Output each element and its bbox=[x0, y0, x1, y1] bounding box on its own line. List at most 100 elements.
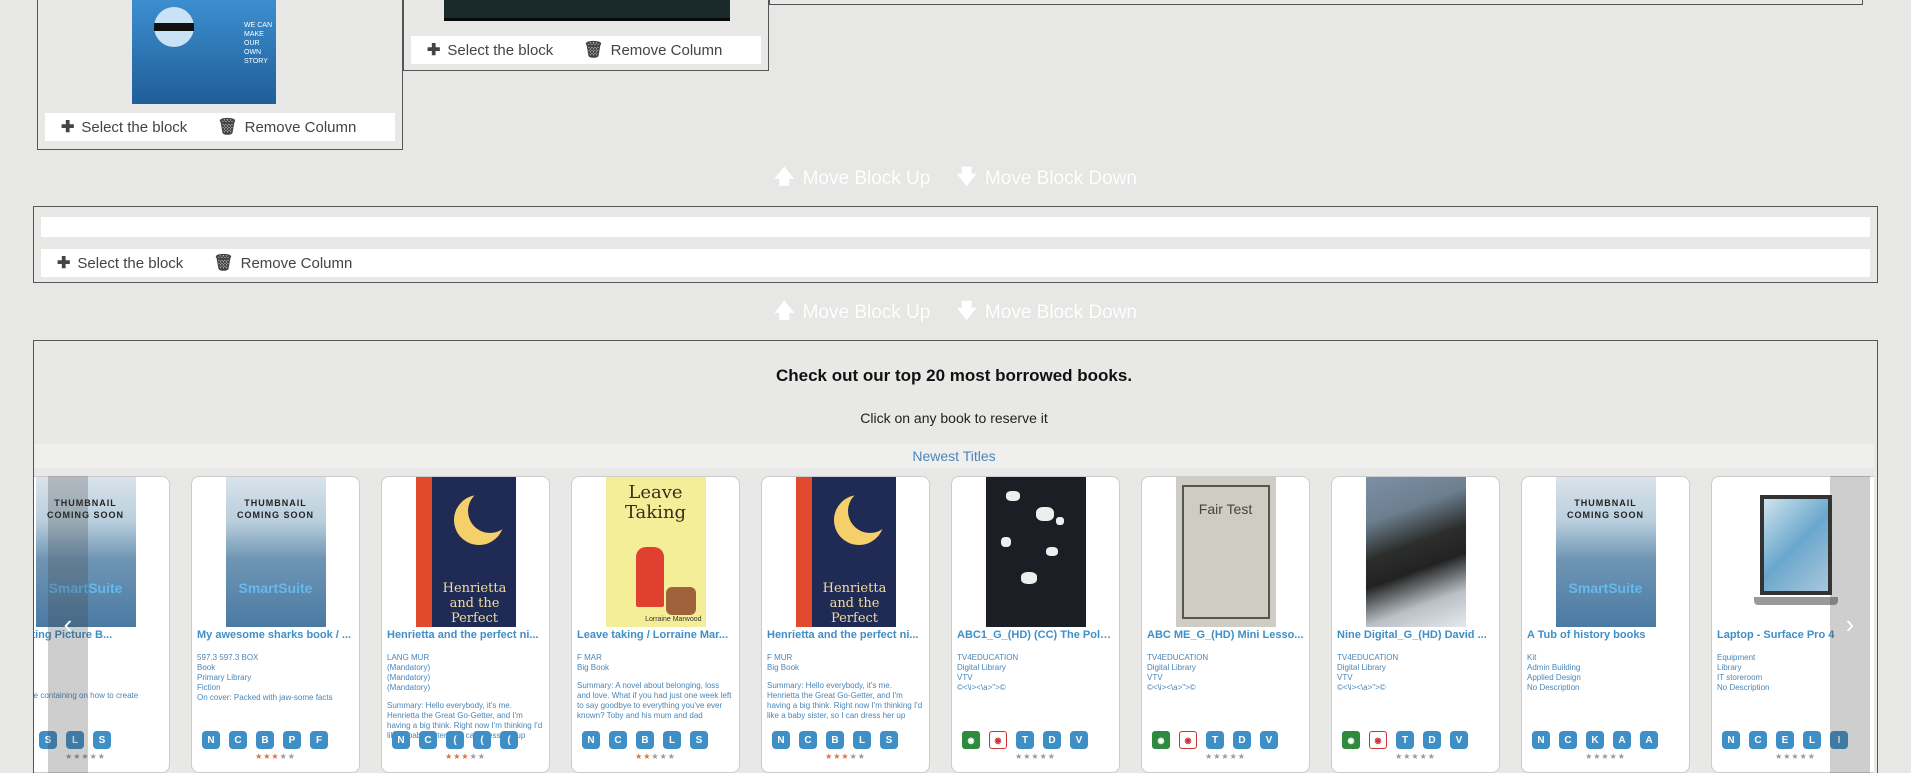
book-title[interactable]: Leave taking / Lorraine Mar... bbox=[577, 629, 734, 641]
book-meta-line: (Mandatory) bbox=[387, 683, 431, 692]
format-badge[interactable]: ( bbox=[473, 731, 491, 749]
book-title[interactable]: Nine Digital_G_(HD) David ... bbox=[1337, 629, 1494, 641]
format-badge[interactable]: A bbox=[1613, 731, 1631, 749]
format-badge[interactable]: L bbox=[663, 731, 681, 749]
format-badge[interactable]: S bbox=[690, 731, 708, 749]
book-meta: F MUR Big Book bbox=[767, 653, 924, 673]
remove-column-button[interactable]: 🗑 Remove Column bbox=[213, 253, 352, 273]
format-badge[interactable]: N bbox=[772, 731, 790, 749]
carousel-prev-button[interactable]: ‹ bbox=[48, 476, 88, 773]
move-down-label: Move Block Down bbox=[984, 168, 1137, 189]
format-badge[interactable]: K bbox=[1586, 731, 1604, 749]
book-card[interactable]: THUMBNAIL COMING SOON SmartSuite A Tub of … bbox=[1521, 476, 1690, 773]
column-frame-middle: ✚ Select the block 🗑 Remove Column bbox=[403, 0, 769, 71]
format-badge[interactable]: C bbox=[799, 731, 817, 749]
plus-icon: ✚ bbox=[427, 42, 441, 59]
book-meta-line: TV4EDUCATION bbox=[1337, 653, 1399, 662]
book-meta-line: Kit bbox=[1527, 653, 1537, 662]
book-meta-line: Primary Library bbox=[197, 673, 252, 682]
format-badge[interactable]: C bbox=[1749, 731, 1767, 749]
format-badge[interactable]: D bbox=[1233, 731, 1251, 749]
book-card[interactable]: Leave Taking Lorraine Marwood Leave taking… bbox=[571, 476, 740, 773]
book-title[interactable]: Henrietta and the perfect ni... bbox=[387, 629, 544, 641]
format-badge[interactable]: N bbox=[392, 731, 410, 749]
cover-title-text: Henrietta and the Perfect Night bbox=[822, 581, 887, 627]
move-block-up-button[interactable]: 🡅 Move Block Up bbox=[774, 162, 930, 196]
format-badge[interactable]: N bbox=[1722, 731, 1740, 749]
book-meta-line: F MUR bbox=[767, 653, 793, 662]
format-badge[interactable]: S bbox=[880, 731, 898, 749]
book-card[interactable]: Fair Test ABC ME_G_(HD) Mini Lesso... TV4E… bbox=[1141, 476, 1310, 773]
book-title[interactable]: My awesome sharks book / ... bbox=[197, 629, 354, 641]
book-title[interactable]: ABC1_G_(HD) (CC) The Pole... bbox=[957, 629, 1114, 641]
empty-block-content[interactable] bbox=[41, 217, 1870, 237]
format-badge[interactable]: S bbox=[93, 731, 111, 749]
format-badge[interactable]: ( bbox=[500, 731, 518, 749]
tv-channel-icon[interactable]: ◉ bbox=[962, 731, 980, 749]
provider-logo-icon[interactable]: ◉ bbox=[1179, 731, 1197, 749]
remove-column-button[interactable]: 🗑 Remove Column bbox=[583, 40, 722, 60]
format-badge[interactable]: F bbox=[310, 731, 328, 749]
book-card[interactable]: Henrietta and the Perfect Night Henrietta… bbox=[381, 476, 550, 773]
book-badges: NCBPF bbox=[202, 731, 328, 749]
format-badge[interactable]: V bbox=[1070, 731, 1088, 749]
book-meta-line: Big Book bbox=[767, 663, 800, 672]
format-badge[interactable]: C bbox=[419, 731, 437, 749]
book-card[interactable]: Henrietta and the Perfect Night Henrietta… bbox=[761, 476, 930, 773]
format-badge[interactable]: E bbox=[1776, 731, 1794, 749]
format-badge[interactable]: C bbox=[1559, 731, 1577, 749]
provider-logo-icon[interactable]: ◉ bbox=[1369, 731, 1387, 749]
book-meta-line: VTV bbox=[957, 673, 973, 682]
book-title[interactable]: A Tub of history books bbox=[1527, 629, 1684, 641]
format-badge[interactable]: C bbox=[229, 731, 247, 749]
select-block-button[interactable]: ✚ Select the block bbox=[427, 40, 553, 60]
format-badge[interactable]: D bbox=[1043, 731, 1061, 749]
book-title[interactable]: Henrietta and the perfect ni... bbox=[767, 629, 924, 641]
select-block-button[interactable]: ✚ Select the block bbox=[57, 253, 183, 273]
book-meta-line: TV4EDUCATION bbox=[957, 653, 1019, 662]
book-card[interactable]: Nine Digital_G_(HD) David ... TV4EDUCATIO… bbox=[1331, 476, 1500, 773]
book-meta-line: Book bbox=[197, 663, 216, 672]
book-meta-line: Digital Library bbox=[1147, 663, 1196, 672]
format-badge[interactable]: N bbox=[1532, 731, 1550, 749]
move-block-down-button[interactable]: 🡇 Move Block Down bbox=[956, 296, 1137, 330]
select-block-button[interactable]: ✚ Select the block bbox=[61, 117, 187, 137]
book-meta-line: Applied Design bbox=[1527, 673, 1581, 682]
format-badge[interactable]: ( bbox=[446, 731, 464, 749]
book-meta-line: On cover: Packed with jaw-some facts bbox=[197, 693, 333, 702]
format-badge[interactable]: C bbox=[609, 731, 627, 749]
format-badge[interactable]: T bbox=[1016, 731, 1034, 749]
format-badge[interactable]: D bbox=[1423, 731, 1441, 749]
tv-channel-icon[interactable]: ◉ bbox=[1342, 731, 1360, 749]
format-badge[interactable]: L bbox=[853, 731, 871, 749]
format-badge[interactable]: B bbox=[636, 731, 654, 749]
book-badges: ◉ ◉ T D V bbox=[1152, 731, 1278, 749]
book-meta: TV4EDUCATION Digital Library VTV ©<\i><\a>"… bbox=[1337, 653, 1494, 693]
remove-column-label: Remove Column bbox=[610, 41, 723, 59]
format-badge[interactable]: V bbox=[1450, 731, 1468, 749]
format-badge[interactable]: V bbox=[1260, 731, 1278, 749]
format-badge[interactable]: B bbox=[256, 731, 274, 749]
format-badge[interactable]: B bbox=[826, 731, 844, 749]
format-badge[interactable]: L bbox=[1803, 731, 1821, 749]
remove-column-button[interactable]: 🗑 Remove Column bbox=[217, 117, 356, 137]
provider-logo-icon[interactable]: ◉ bbox=[989, 731, 1007, 749]
format-badge[interactable]: A bbox=[1640, 731, 1658, 749]
book-title[interactable]: ABC ME_G_(HD) Mini Lesso... bbox=[1147, 629, 1304, 641]
cover-text: WE CAN MAKE OUR OWN STORY bbox=[244, 22, 272, 65]
format-badge[interactable]: N bbox=[202, 731, 220, 749]
move-block-up-button[interactable]: 🡅 Move Block Up bbox=[774, 296, 930, 330]
tv-channel-icon[interactable]: ◉ bbox=[1152, 731, 1170, 749]
select-block-label: Select the block bbox=[447, 41, 554, 59]
tab-newest-titles[interactable]: Newest Titles bbox=[34, 444, 1874, 468]
book-card[interactable]: THUMBNAIL COMING SOON SmartSuite My awesom… bbox=[191, 476, 360, 773]
move-block-down-button[interactable]: 🡇 Move Block Down bbox=[956, 162, 1137, 196]
move-controls: 🡅 Move Block Up 🡇 Move Block Down bbox=[0, 162, 1911, 196]
book-cover-image: THUMBNAIL COMING SOON SmartSuite bbox=[1555, 477, 1656, 627]
format-badge[interactable]: T bbox=[1206, 731, 1224, 749]
format-badge[interactable]: P bbox=[283, 731, 301, 749]
format-badge[interactable]: N bbox=[582, 731, 600, 749]
book-card[interactable]: ABC1_G_(HD) (CC) The Pole... TV4EDUCATION… bbox=[951, 476, 1120, 773]
carousel-next-button[interactable]: › bbox=[1830, 476, 1870, 773]
format-badge[interactable]: T bbox=[1396, 731, 1414, 749]
